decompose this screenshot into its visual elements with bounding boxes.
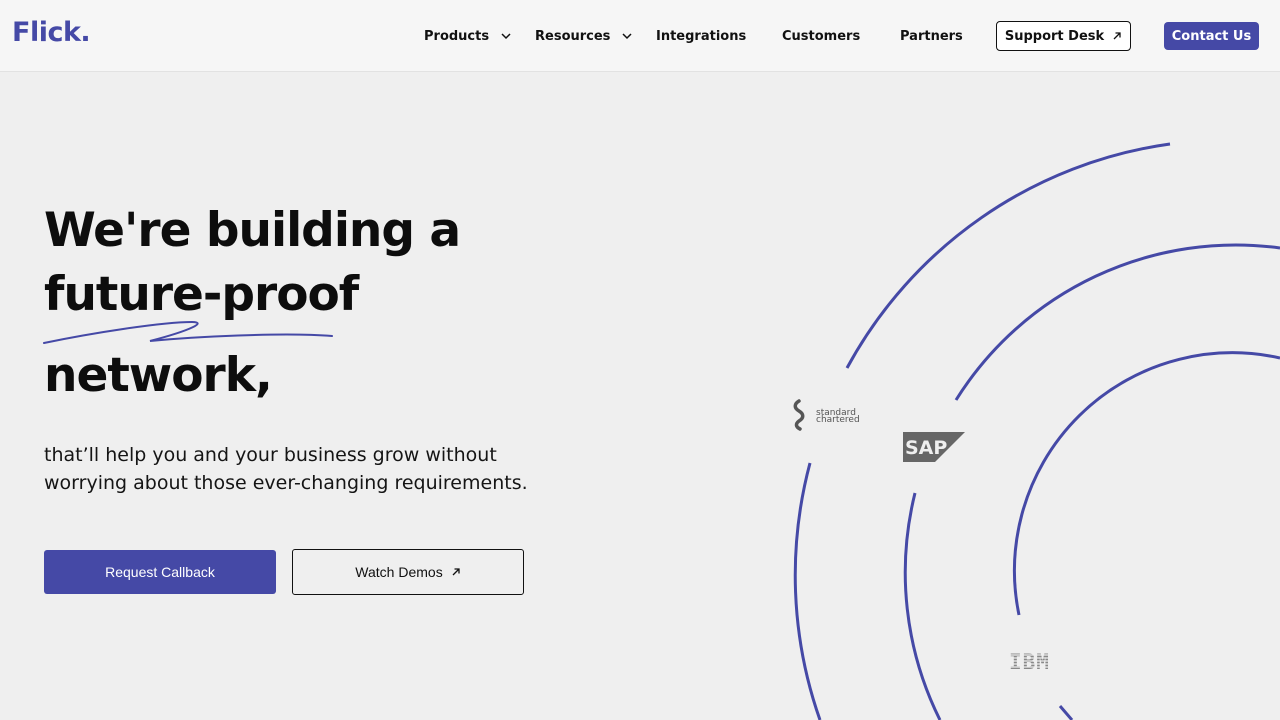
nav-partners-label: Partners (900, 28, 963, 44)
underline-scribble (43, 320, 333, 344)
svg-text:SAP: SAP (905, 437, 947, 459)
hero-subtitle: that’ll help you and your business grow … (44, 444, 528, 494)
watch-demos-button[interactable]: Watch Demos (292, 549, 524, 595)
nav-customers[interactable]: Customers (782, 27, 860, 45)
nav-customers-label: Customers (782, 28, 861, 44)
external-arrow-icon (452, 568, 460, 576)
nav-integrations-label: Integrations (656, 28, 747, 44)
site-header: Flick. Products Resources Integrations C… (0, 0, 1280, 72)
hero-heading-line-3: network, (44, 348, 273, 403)
support-desk-label: Support Desk (1004, 28, 1105, 44)
support-desk-button[interactable]: Support Desk (996, 21, 1131, 51)
request-callback-button[interactable]: Request Callback (44, 550, 276, 594)
brand-logo[interactable]: Flick. (12, 17, 91, 48)
nav-resources[interactable]: Resources (535, 27, 634, 45)
contact-us-button[interactable]: Contact Us (1164, 22, 1259, 50)
external-arrow-icon (1113, 32, 1121, 40)
standard-chartered-logo: standard chartered (793, 399, 860, 431)
sap-logo: SAP (903, 432, 965, 462)
chevron-down-icon (622, 33, 632, 40)
nav-products-label: Products (424, 28, 490, 44)
hero-heading-line-1: We're building a (44, 203, 461, 258)
nav-integrations[interactable]: Integrations (656, 27, 746, 45)
hero-heading-line-2: future-proof (44, 267, 359, 322)
svg-text:chartered: chartered (816, 415, 860, 425)
nav-resources-label: Resources (535, 28, 611, 44)
watch-demos-label: Watch Demos (355, 564, 443, 580)
ibm-logo: IBM (1006, 650, 1062, 674)
svg-text:IBM: IBM (1009, 650, 1050, 674)
nav-partners[interactable]: Partners (900, 27, 963, 45)
nav-products[interactable]: Products (424, 27, 513, 45)
chevron-down-icon (501, 33, 511, 40)
